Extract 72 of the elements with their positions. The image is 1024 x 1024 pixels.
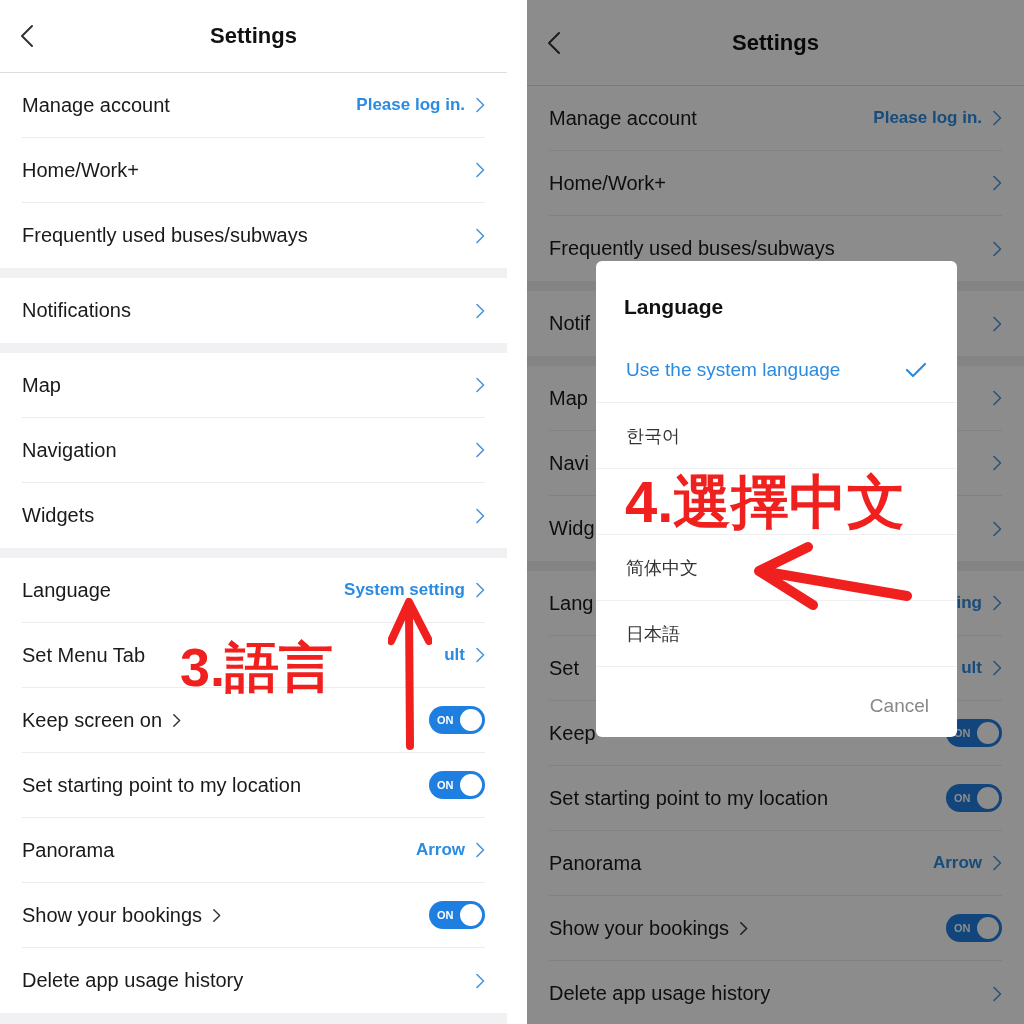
setting-label[interactable]: Manage account [22, 93, 170, 117]
check-icon [905, 360, 927, 379]
toggle-switch[interactable]: ON [946, 784, 1002, 812]
language-option[interactable]: Use the system language [596, 337, 957, 403]
setting-label[interactable]: Lang [549, 591, 594, 615]
language-option[interactable]: 한국어 [596, 403, 957, 469]
setting-label[interactable]: Navigation [22, 438, 117, 462]
setting-label[interactable]: Widgets [22, 504, 95, 527]
toggle-switch[interactable]: ON [429, 771, 485, 799]
setting-label[interactable]: Delete app usage history [549, 982, 771, 1005]
chevron-icon [992, 455, 1002, 471]
setting-label[interactable]: Set starting point to my location [549, 786, 829, 810]
chevron-icon [992, 595, 1002, 611]
chevron-icon [475, 97, 485, 113]
back-icon[interactable] [20, 24, 34, 48]
chevron-icon [992, 110, 1002, 126]
setting-label[interactable]: Keep screen on [22, 708, 163, 732]
dialog-title: Language [623, 294, 725, 320]
setting-value[interactable]: Arrow [415, 840, 465, 860]
setting-label[interactable]: Home/Work+ [22, 158, 139, 182]
page-title: Settings [210, 23, 297, 49]
setting-label[interactable]: Widg [549, 517, 595, 540]
setting-label[interactable]: Show your bookings [22, 903, 203, 927]
setting-value[interactable]: Please log in. [356, 95, 465, 115]
chevron-icon [992, 985, 1002, 1002]
setting-label[interactable]: Manage account [549, 106, 697, 130]
setting-label[interactable]: Language [22, 578, 111, 602]
chevron-icon [475, 582, 485, 598]
chevron-icon [475, 377, 485, 393]
chevron-icon [475, 972, 485, 989]
page-title: Settings [732, 29, 819, 56]
chevron-icon [992, 315, 1002, 332]
setting-label[interactable]: Navi [549, 451, 589, 475]
toggle-switch[interactable]: ON [946, 914, 1002, 942]
chevron-icon [992, 855, 1002, 871]
chevron-icon [475, 227, 485, 244]
chevron-icon [475, 842, 485, 858]
setting-label[interactable]: Panorama [22, 838, 115, 862]
chevron-icon [992, 240, 1002, 257]
chevron-icon [475, 302, 485, 319]
chevron-icon [992, 660, 1002, 676]
setting-label[interactable]: Set Menu Tab [22, 643, 146, 667]
setting-label[interactable]: Home/Work+ [549, 171, 666, 195]
setting-label[interactable]: Set [549, 656, 580, 680]
setting-label[interactable]: Keep [549, 721, 596, 745]
toggle-switch[interactable]: ON [429, 901, 485, 929]
chevron-icon [475, 162, 485, 178]
setting-label[interactable]: Map [549, 386, 588, 410]
chevron-icon [475, 442, 485, 458]
setting-label[interactable]: Delete app usage history [22, 969, 244, 992]
setting-label[interactable]: Notifications [22, 299, 131, 322]
setting-value[interactable]: ult [444, 645, 465, 665]
language-option[interactable]: 日本語 [596, 601, 957, 667]
chevron-icon [992, 175, 1002, 191]
chevron-icon [475, 647, 485, 663]
setting-label[interactable]: Notif [549, 312, 591, 335]
back-icon[interactable] [547, 30, 561, 55]
chevron-icon [475, 507, 485, 524]
setting-label[interactable]: Map [22, 373, 61, 397]
setting-label[interactable]: Panorama [549, 851, 642, 875]
setting-label[interactable]: Frequently used buses/subways [22, 224, 308, 247]
annotation-label: 4.選擇中文 [625, 472, 906, 531]
setting-value[interactable]: System setting [344, 580, 465, 600]
toggle-switch[interactable]: ON [429, 706, 485, 734]
annotation-label: 3.語言 [180, 640, 334, 694]
language-option[interactable]: 简体中文 [596, 535, 957, 601]
setting-label[interactable]: Set starting point to my location [22, 773, 302, 797]
chevron-icon [992, 390, 1002, 406]
setting-label[interactable]: Show your bookings [549, 916, 730, 940]
setting-label[interactable]: Frequently used buses/subways [549, 237, 835, 260]
cancel-button[interactable]: Cancel [869, 695, 929, 717]
chevron-icon [992, 520, 1002, 537]
